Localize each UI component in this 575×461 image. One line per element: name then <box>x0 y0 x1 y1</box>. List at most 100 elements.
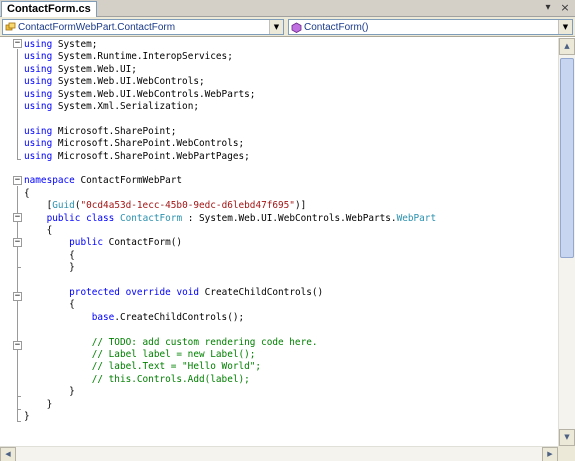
code-token: class <box>86 212 115 224</box>
code-token: public <box>69 237 104 249</box>
code-token: ContactFormWebPart <box>74 175 183 187</box>
code-token: )] <box>294 200 307 212</box>
code-line[interactable]: using System.Xml.Serialization; <box>24 101 199 113</box>
code-token: using <box>24 51 53 63</box>
code-line[interactable]: } <box>24 411 30 423</box>
code-token: Microsoft.SharePoint.WebPartPages; <box>52 150 250 162</box>
code-line[interactable]: // Label label = new Label(); <box>24 349 256 361</box>
type-dropdown-value: ContactFormWebPart.ContactForm <box>18 22 176 33</box>
code-token: using <box>24 101 53 112</box>
code-token: namespace <box>24 175 75 187</box>
code-token: "0cd4a53d-1ecc-45b0-9edc-d6lebd47f695" <box>80 200 295 212</box>
code-line[interactable]: public ContactForm() <box>24 237 182 249</box>
code-line[interactable]: { <box>24 299 75 311</box>
code-line[interactable]: using System.Runtime.InteropServices; <box>24 51 233 63</box>
code-token: Microsoft.SharePoint; <box>52 125 177 137</box>
scroll-up-icon[interactable]: ▲ <box>559 38 575 55</box>
code-token: } <box>24 262 75 274</box>
chevron-down-icon[interactable]: ▼ <box>558 20 572 34</box>
code-token: ContactForm() <box>103 237 183 249</box>
code-token: void <box>176 287 200 298</box>
code-token: WebPart <box>396 212 437 224</box>
scroll-down-icon[interactable]: ▼ <box>559 429 575 446</box>
code-line[interactable]: public class ContactForm : System.Web.UI… <box>24 212 437 225</box>
code-token: using <box>24 125 53 137</box>
tab-contactform-cs[interactable]: ContactForm.cs <box>1 1 97 17</box>
code-line[interactable]: base.CreateChildControls(); <box>24 312 244 324</box>
code-line[interactable]: } <box>24 398 53 411</box>
code-token: base <box>91 311 115 323</box>
code-token: System.Web.UI.WebControls.WebParts; <box>52 88 256 100</box>
outline-guide <box>17 49 18 160</box>
code-line[interactable]: using System.Web.UI.WebControls; <box>24 76 205 88</box>
code-token: using <box>24 39 53 50</box>
type-dropdown[interactable]: ContactFormWebPart.ContactForm ▼ <box>2 19 284 35</box>
code-token: System.Xml.Serialization; <box>52 101 199 112</box>
code-token: using <box>24 150 53 162</box>
code-token: { <box>24 187 30 199</box>
code-token: CreateChildControls() <box>199 287 324 298</box>
code-token: System.Web.UI.WebControls; <box>52 76 205 88</box>
code-line[interactable]: using System; <box>24 39 97 51</box>
code-line[interactable]: protected override void CreateChildContr… <box>24 287 323 299</box>
horizontal-scrollbar[interactable]: ◀ ▶ <box>0 446 558 461</box>
outline-end-tick <box>17 396 21 397</box>
collapse-constructor-icon[interactable]: − <box>13 238 22 247</box>
code-line[interactable]: { <box>24 250 75 262</box>
outline-end-tick <box>17 409 21 410</box>
collapse-comments-icon[interactable]: − <box>13 341 22 350</box>
code-token: ContactForm <box>120 212 183 224</box>
code-line[interactable]: namespace ContactFormWebPart <box>24 175 182 187</box>
code-line[interactable]: } <box>24 262 75 274</box>
code-line[interactable]: using System.Web.UI; <box>24 64 137 76</box>
code-line[interactable]: using Microsoft.SharePoint; <box>24 126 176 138</box>
code-line[interactable]: using Microsoft.SharePoint.WebControls; <box>24 138 244 150</box>
code-line[interactable]: // this.Controls.Add(label); <box>24 374 250 386</box>
outline-end-tick <box>17 421 21 422</box>
code-token: // TODO: add custom rendering code here. <box>91 336 318 348</box>
code-line[interactable]: { <box>24 225 53 237</box>
code-token: using <box>24 63 53 75</box>
code-token: { <box>24 299 75 311</box>
scroll-left-icon[interactable]: ◀ <box>0 447 16 461</box>
collapse-namespace-icon[interactable]: − <box>13 176 22 185</box>
code-editor[interactable]: − − − − − − using System; using System.Ru… <box>0 38 558 446</box>
code-line[interactable]: [Guid("0cd4a53d-1ecc-45b0-9edc-d6lebd47f… <box>24 200 307 212</box>
vertical-scrollbar[interactable]: ▲ ▼ <box>558 38 575 446</box>
vertical-scroll-thumb[interactable] <box>560 58 574 258</box>
collapse-usings-icon[interactable]: − <box>13 39 22 48</box>
code-line[interactable]: using Microsoft.SharePoint.WebPartPages; <box>24 151 250 163</box>
window-list-dropdown-icon[interactable]: ▾ <box>541 1 555 15</box>
member-dropdown-value: ContactForm() <box>304 22 369 33</box>
outline-end-tick <box>17 159 21 160</box>
code-line[interactable]: } <box>24 386 75 398</box>
outlining-margin: − − − − − − <box>0 38 24 446</box>
chevron-down-icon[interactable]: ▼ <box>269 20 283 34</box>
code-token: } <box>24 386 75 398</box>
code-line[interactable]: using System.Web.UI.WebControls.WebParts… <box>24 89 255 101</box>
code-line[interactable]: { <box>24 188 30 200</box>
close-icon[interactable]: × <box>558 1 572 15</box>
code-token: override <box>125 287 171 298</box>
member-dropdown[interactable]: ContactForm() ▼ <box>288 19 573 35</box>
code-token: public <box>46 212 81 224</box>
code-token: System.Web.UI; <box>52 63 137 75</box>
code-token: protected <box>69 287 120 298</box>
code-token: using <box>24 88 53 100</box>
code-token: .CreateChildControls(); <box>114 311 245 323</box>
code-line[interactable]: // TODO: add custom rendering code here. <box>24 337 318 349</box>
code-line[interactable]: // label.Text = "Hello World"; <box>24 361 261 373</box>
code-token: // this.Controls.Add(label); <box>91 373 250 385</box>
method-icon <box>291 22 302 33</box>
collapse-class-icon[interactable]: − <box>13 213 22 222</box>
navigation-bar: ContactFormWebPart.ContactForm ▼ Contact… <box>0 17 575 37</box>
scroll-right-icon[interactable]: ▶ <box>542 447 558 461</box>
collapse-method-icon[interactable]: − <box>13 292 22 301</box>
code-token: } <box>24 398 53 410</box>
code-token: [ <box>24 200 53 212</box>
